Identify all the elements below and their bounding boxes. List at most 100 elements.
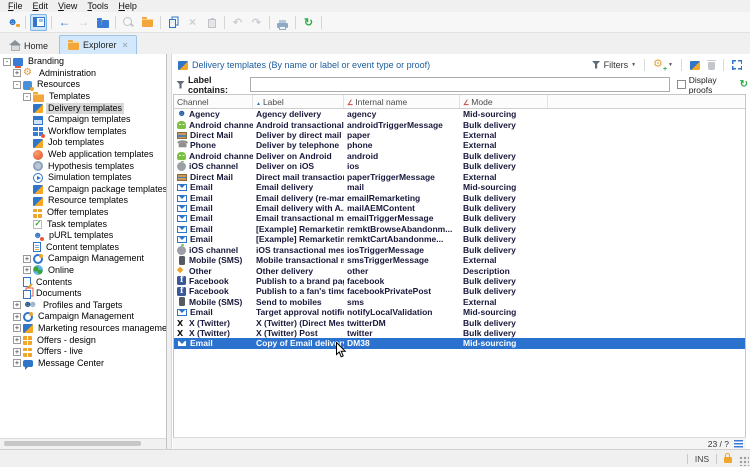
collapse-toggle[interactable]: - (13, 80, 21, 89)
expand-toggle[interactable]: + (13, 347, 21, 356)
tree-item-content-templates[interactable]: Content templates (0, 242, 166, 254)
delete-button[interactable] (706, 59, 717, 71)
new-template-button[interactable] (688, 59, 702, 71)
tree-item-task-templates[interactable]: Task templates (0, 218, 166, 230)
preview-button[interactable] (120, 14, 137, 31)
tree-item-profiles-and-targets[interactable]: + Profiles and Targets (0, 299, 166, 311)
scrollbar-thumb[interactable] (4, 441, 141, 446)
menu-view[interactable]: View (53, 0, 82, 12)
cut-button[interactable] (184, 14, 201, 31)
tab-home[interactable]: Home (3, 37, 56, 54)
undo-button[interactable] (229, 14, 246, 31)
refresh-button[interactable] (300, 14, 317, 31)
tree-item-job-templates[interactable]: Job templates (0, 137, 166, 149)
tree-item-branding[interactable]: - Branding (0, 56, 166, 69)
table-row[interactable]: Direct Mail Deliver by direct mail paper Ex… (174, 130, 745, 140)
tree-item-offers-design[interactable]: + Offers - design (0, 334, 166, 346)
back-button[interactable] (56, 14, 73, 31)
table-row[interactable]: Android channel Deliver on Android android… (174, 151, 745, 161)
table-row[interactable]: Android channelAndroid transactional me.… (174, 119, 745, 130)
expand-toggle[interactable]: + (23, 266, 31, 275)
tree-item-resource-templates[interactable]: Resource templates (0, 195, 166, 207)
configure-list-button[interactable]: ▼ (651, 58, 675, 73)
tree-item-delivery-templates[interactable]: Delivery templates (0, 102, 166, 114)
menu-edit[interactable]: Edit (28, 0, 54, 12)
column-header-channel[interactable]: Channel (174, 95, 253, 108)
table-row[interactable]: Email [Example] Remarketing ...remktBrows… (174, 224, 745, 234)
tree-item-campaign-templates[interactable]: Campaign templates (0, 114, 166, 126)
table-row[interactable]: iOS channel Deliver on iOS ios Bulk deliver… (174, 161, 745, 172)
table-row[interactable]: Direct Mail Direct mail transactiona...pa… (174, 172, 745, 182)
expand-toggle[interactable]: + (13, 312, 21, 321)
tree-item-offer-templates[interactable]: Offer templates (0, 207, 166, 219)
tree-item-campaign-management[interactable]: + Campaign Management (0, 253, 166, 265)
expand-toggle[interactable]: + (13, 324, 21, 333)
redo-button[interactable] (248, 14, 265, 31)
column-header-internal-name[interactable]: Internal name (344, 95, 460, 108)
collapse-toggle[interactable]: - (3, 57, 11, 66)
label-contains-input[interactable] (249, 77, 670, 92)
expand-toggle[interactable]: + (13, 336, 21, 345)
tree-item-web-application-templates[interactable]: Web application templates (0, 149, 166, 161)
table-row[interactable]: Mobile (SMS) Send to mobiles sms External (174, 297, 745, 307)
expand-toggle[interactable]: + (13, 301, 21, 310)
label-cell: Email transactional me... (256, 213, 344, 224)
tree-item-templates[interactable]: - Templates (0, 91, 166, 103)
table-row[interactable]: Email Email delivery with A... mailAEMCont… (174, 203, 745, 213)
menu-help[interactable]: Help (113, 0, 142, 12)
table-row[interactable]: Facebook Publish to a fan's timel...faceb… (174, 286, 745, 296)
tree-item-hypothesis-templates[interactable]: Hypothesis templates (0, 160, 166, 172)
collapse-toggle[interactable]: - (23, 92, 31, 101)
expand-toggle[interactable]: + (13, 359, 21, 368)
expand-toggle[interactable]: + (13, 69, 21, 78)
list-options-icon[interactable] (734, 440, 743, 448)
table-row[interactable]: Email Email transactional me...emailTrigg… (174, 213, 745, 223)
table-row[interactable]: X (Twitter) X (Twitter) Post twitter Bulk d… (174, 328, 745, 338)
resize-grip[interactable] (739, 456, 749, 466)
table-row[interactable]: Mobile (SMS) Mobile transactional me...sm… (174, 255, 745, 265)
auto-refresh-icon[interactable] (740, 79, 748, 90)
tree-item-online[interactable]: + Online (0, 265, 166, 277)
tab-explorer[interactable]: Explorer × (59, 35, 137, 54)
connect-button[interactable] (4, 14, 21, 31)
tree-item-campaign-management[interactable]: + Campaign Management (0, 311, 166, 323)
menu-tools[interactable]: Tools (82, 0, 113, 12)
table-row[interactable]: Email Copy of Email delivery DM38 Mid-sourc… (174, 338, 745, 349)
column-header-mode[interactable]: Mode (460, 95, 548, 108)
tree-item-contents[interactable]: Contents (0, 276, 166, 288)
table-row[interactable]: X (Twitter) X (Twitter) (Direct Mes...twi… (174, 317, 745, 328)
table-row[interactable]: Email Email delivery mail Mid-sourcing (174, 182, 745, 192)
menu-file[interactable]: File (3, 0, 28, 12)
forward-button[interactable] (75, 14, 92, 31)
tree-item-resources[interactable]: - Resources (0, 79, 166, 91)
paste-button[interactable] (203, 14, 220, 31)
table-row[interactable]: iOS channel iOS transactional messa...ios… (174, 244, 745, 255)
home-page-button[interactable] (30, 13, 47, 31)
tree-item-simulation-templates[interactable]: Simulation templates (0, 172, 166, 184)
print-button[interactable] (274, 14, 291, 31)
copy-button[interactable] (165, 14, 182, 31)
tree-item-offers-live[interactable]: + Offers - live (0, 346, 166, 358)
filters-button[interactable]: Filters ▼ (590, 59, 638, 71)
column-header-label[interactable]: Label (253, 95, 344, 108)
tree-item-marketing-resources-management[interactable]: + Marketing resources management (0, 323, 166, 335)
table-row[interactable]: Email Target approval notific...notifyLoc… (174, 307, 745, 317)
display-proofs-checkbox[interactable] (676, 80, 686, 89)
expand-toggle[interactable]: + (23, 254, 31, 263)
table-row[interactable]: Email Email delivery (re-marke...emailRem… (174, 192, 745, 203)
open-folder-button[interactable] (139, 14, 156, 31)
expand-view-button[interactable] (730, 59, 744, 71)
table-row[interactable]: Phone Deliver by telephone phone External (174, 140, 745, 150)
tree-item-workflow-templates[interactable]: Workflow templates (0, 126, 166, 139)
tree-item-purl-templates[interactable]: pURL templates (0, 230, 166, 242)
parent-folder-button[interactable] (94, 14, 111, 31)
tree-item-campaign-package-templates[interactable]: Campaign package templates (0, 184, 166, 196)
table-row[interactable]: Facebook Publish to a brand pagefacebook B… (174, 276, 745, 286)
table-row[interactable]: Other Other delivery other Description (174, 265, 745, 275)
table-row[interactable]: Agency Agency delivery agency Mid-sourcing (174, 109, 745, 119)
tree-item-documents[interactable]: Documents (0, 288, 166, 300)
tree-item-message-center[interactable]: + Message Center (0, 357, 166, 371)
close-icon[interactable]: × (123, 40, 128, 50)
table-row[interactable]: Email [Example] Remarketing...remktCartAb… (174, 234, 745, 244)
tree-item-administration[interactable]: + Administration (0, 67, 166, 80)
